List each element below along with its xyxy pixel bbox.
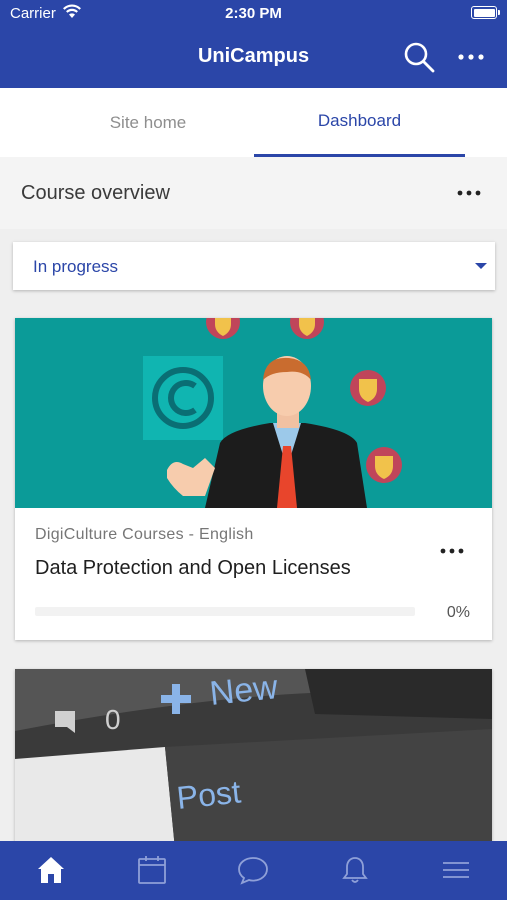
course-progress-text: 0% — [446, 604, 470, 621]
nav-messages[interactable] — [202, 841, 303, 900]
chevron-down-icon — [475, 263, 487, 269]
filter-selected-value: In progress — [33, 257, 119, 276]
nav-home[interactable] — [0, 841, 101, 900]
nav-menu[interactable] — [405, 841, 506, 900]
course-image — [15, 318, 492, 508]
course-name: Data Protection and Open Licenses — [35, 557, 351, 579]
search-icon[interactable] — [402, 40, 436, 74]
overview-more-icon[interactable] — [454, 183, 484, 203]
svg-text:0: 0 — [105, 704, 121, 735]
course-overview-header: Course overview — [0, 157, 507, 229]
status-bar: Carrier 2:30 PM — [0, 0, 507, 28]
chat-icon — [237, 857, 268, 885]
nav-calendar[interactable] — [101, 841, 202, 900]
course-filter-select[interactable]: In progress — [13, 242, 495, 290]
bottom-navigation — [0, 841, 507, 900]
battery-icon — [471, 6, 500, 19]
tab-bar: Site home Dashboard — [0, 88, 507, 157]
calendar-icon — [137, 856, 166, 884]
menu-icon — [442, 862, 469, 878]
app-header: Carrier 2:30 PM UniCampus — [0, 0, 507, 88]
clock: 2:30 PM — [225, 5, 282, 22]
nav-notifications[interactable] — [304, 841, 405, 900]
bell-icon — [341, 857, 368, 883]
svg-text:Post: Post — [175, 773, 243, 816]
course-more-icon[interactable] — [437, 541, 467, 561]
more-options-icon[interactable] — [455, 46, 487, 68]
tab-site-home[interactable]: Site home — [43, 88, 253, 157]
tab-dashboard[interactable]: Dashboard — [254, 88, 465, 157]
course-overview-title: Course overview — [21, 182, 170, 204]
course-card[interactable]: DigiCulture Courses - English Data Prote… — [15, 318, 492, 640]
course-card[interactable]: 0 New Post — [15, 669, 492, 849]
svg-text:New: New — [208, 669, 280, 713]
home-icon — [37, 857, 64, 883]
course-image: 0 New Post — [15, 669, 492, 849]
course-category: DigiCulture Courses - English — [35, 526, 254, 543]
course-progress-bar — [35, 607, 415, 616]
